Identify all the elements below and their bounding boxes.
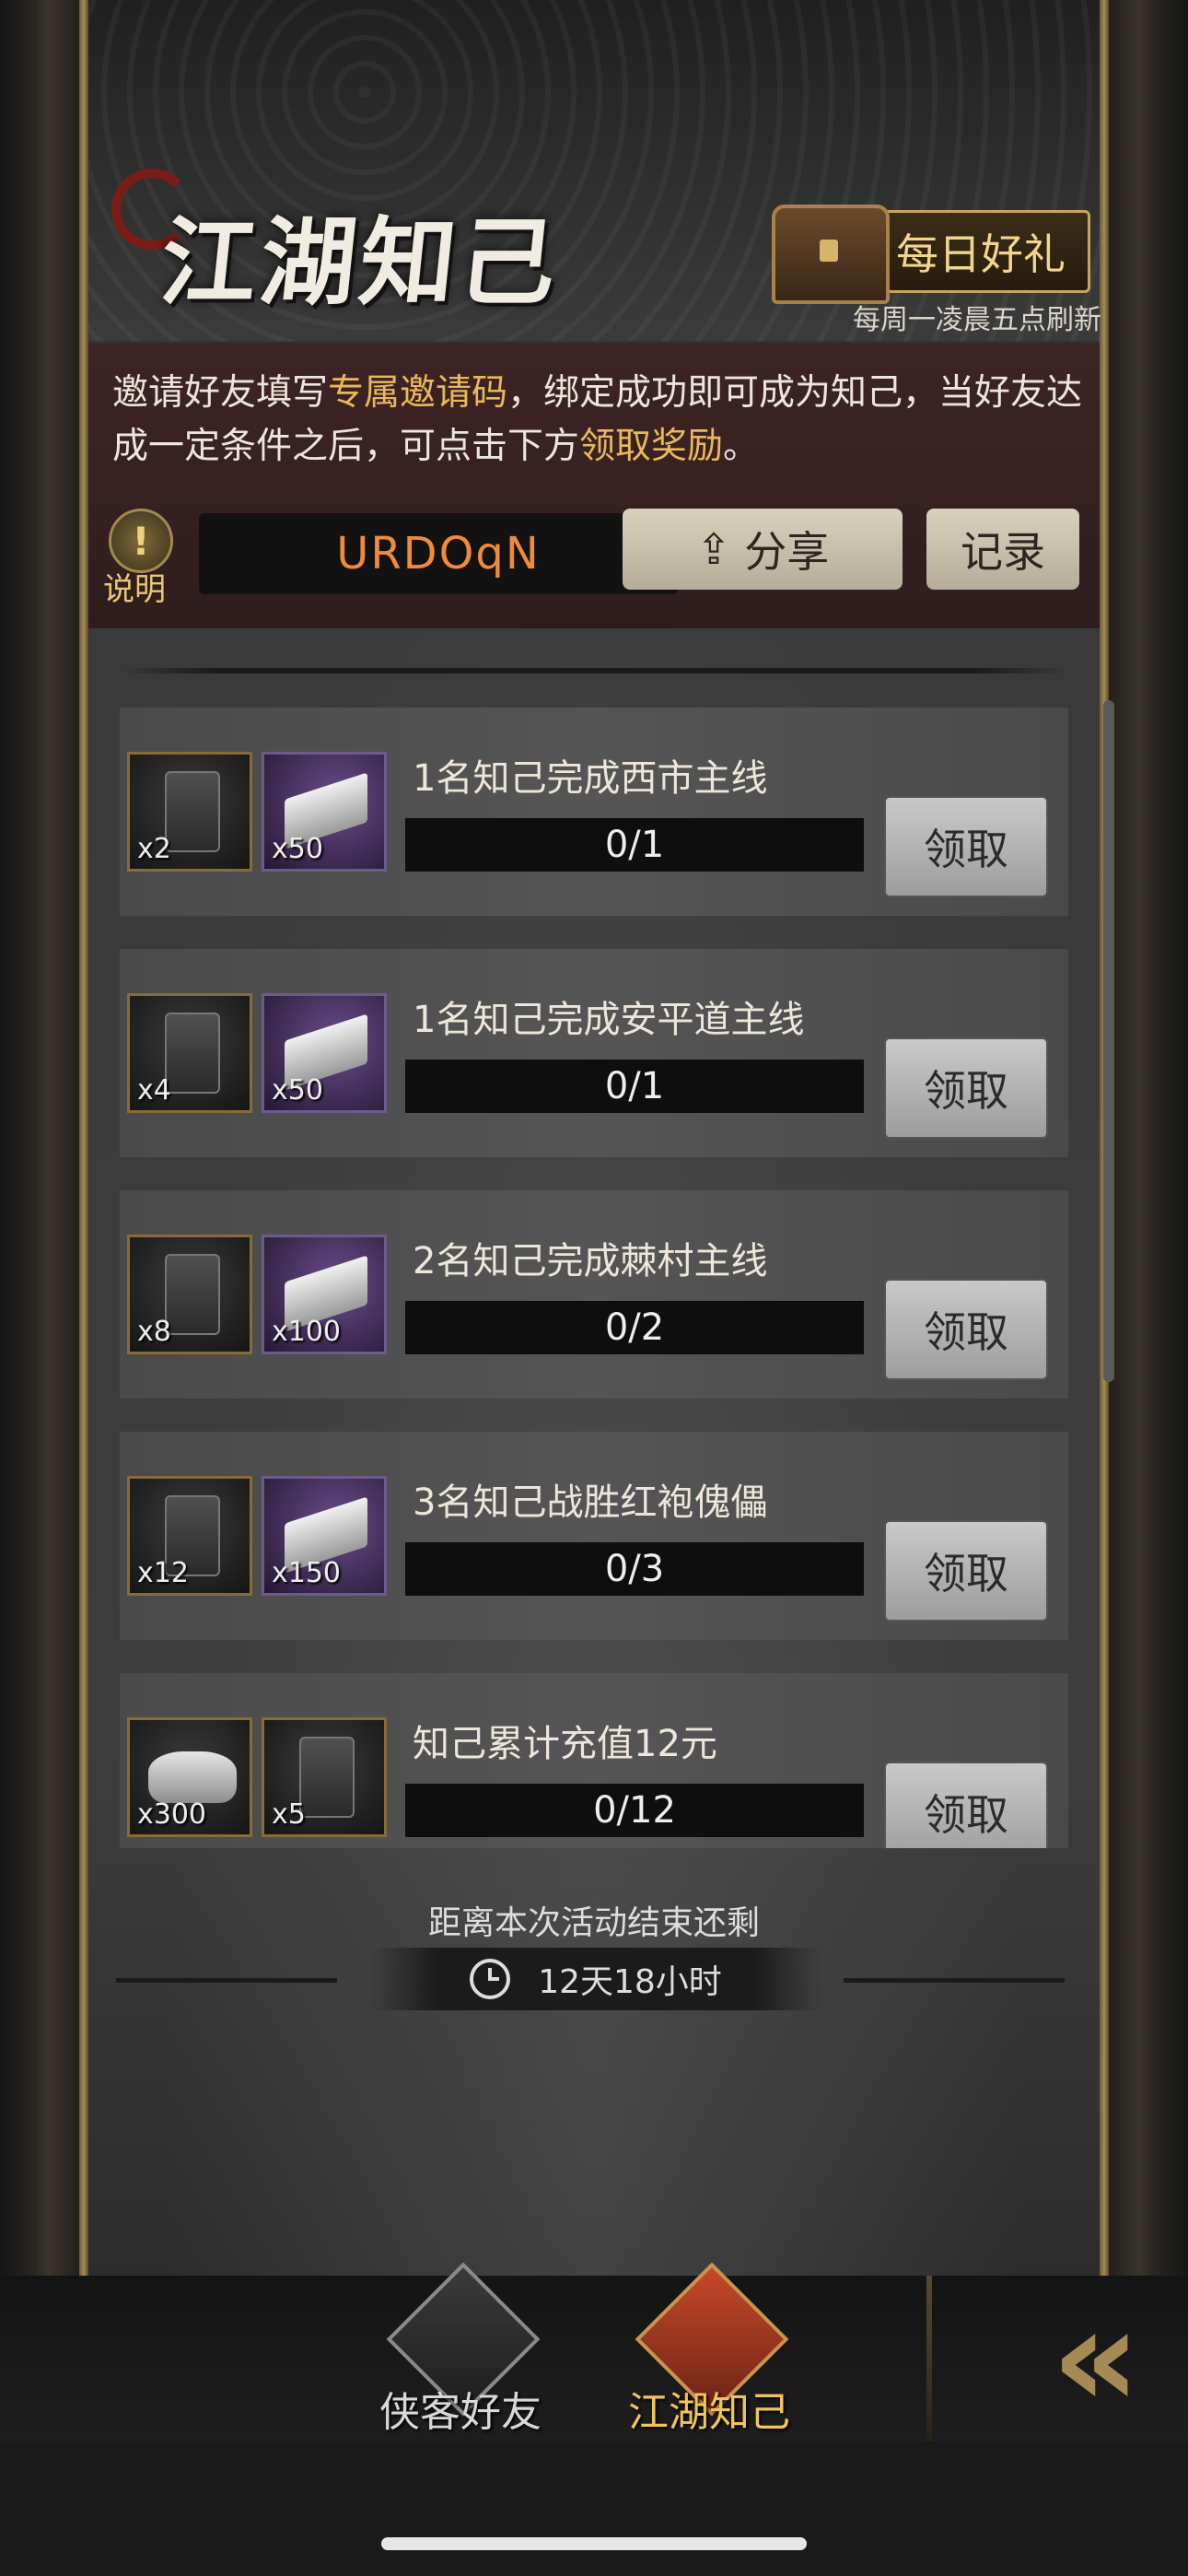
reward-qty: x300	[137, 1798, 207, 1831]
reward-qty: x5	[272, 1798, 306, 1831]
task-name: 知己累计充值12元	[413, 1723, 717, 1765]
claim-button[interactable]: 领取	[884, 1037, 1048, 1139]
task-progress: 0/1	[405, 818, 864, 872]
divider	[120, 668, 1068, 673]
refresh-note: 每周一凌晨五点刷新	[853, 304, 1101, 336]
reward-qty: x50	[272, 1074, 323, 1107]
reward-silver-bar-icon[interactable]: x50	[262, 993, 387, 1113]
reward-qty: x2	[137, 833, 171, 865]
task-row: x12 x150 3名知己战胜红袍傀儡 0/3 领取	[120, 1432, 1068, 1640]
claim-button[interactable]: 领取	[884, 1279, 1048, 1380]
share-icon: ⇪	[695, 524, 732, 574]
claim-button[interactable]: 领取	[884, 796, 1048, 897]
task-row: x8 x100 2名知己完成棘村主线 0/2 领取	[120, 1190, 1068, 1399]
tab-label: 侠客好友	[379, 2389, 542, 2436]
reward-qty: x50	[272, 833, 323, 865]
task-name: 2名知己完成棘村主线	[413, 1240, 768, 1282]
claim-reward-highlight: 领取奖励	[579, 426, 724, 467]
bottom-nav: 侠客好友 江湖知己 «	[0, 2262, 1188, 2441]
task-row: x2 x50 1名知己完成西市主线 0/1 领取	[120, 708, 1068, 916]
tab-jianghu-zhiji[interactable]: 江湖知己	[599, 2262, 820, 2441]
share-label: 分享	[744, 527, 830, 577]
clock-icon	[470, 1959, 511, 1999]
left-frame	[0, 0, 88, 2285]
tab-label: 江湖知己	[628, 2389, 790, 2436]
treasure-chest-icon[interactable]	[772, 205, 890, 304]
task-list: x2 x50 1名知己完成西市主线 0/1 领取 x4 x50 1名知己完成安平…	[120, 708, 1068, 1881]
divider	[116, 1978, 337, 1983]
claim-button[interactable]: 领取	[884, 1762, 1048, 1848]
reward-silver-bar-icon[interactable]: x100	[262, 1235, 387, 1354]
task-name: 1名知己完成西市主线	[413, 757, 768, 800]
task-row: x300 x5 知己累计充值12元 0/12 领取	[120, 1673, 1068, 1848]
intro-text-part: 。	[723, 426, 760, 467]
reward-silver-bar-icon[interactable]: x150	[262, 1476, 387, 1596]
countdown-value: 12天18小时	[538, 1963, 722, 2001]
reward-qty: x100	[272, 1316, 342, 1348]
help-label[interactable]: 说明	[103, 564, 166, 609]
claim-button[interactable]: 领取	[884, 1520, 1048, 1622]
reward-qty: x4	[137, 1074, 171, 1107]
divider	[844, 1978, 1065, 1983]
countdown-timer: 12天18小时	[370, 1948, 821, 2010]
intro-text-part: 邀请好友填写	[112, 372, 329, 414]
back-glyph: «	[1051, 2278, 1141, 2439]
intro-text: 邀请好友填写专属邀请码，绑定成功即可成为知己，当好友达成一定条件之后，可点击下方…	[112, 367, 1089, 474]
task-name: 1名知己完成安平道主线	[413, 999, 805, 1041]
invite-code-highlight: 专属邀请码	[328, 372, 508, 414]
main-panel: 江湖知己 每日好礼 每周一凌晨五点刷新 邀请好友填写专属邀请码，绑定成功即可成为…	[88, 0, 1101, 2285]
reward-qty: x12	[137, 1557, 189, 1589]
reward-qty: x8	[137, 1316, 171, 1348]
reward-qty: x150	[272, 1557, 342, 1589]
reward-token-icon[interactable]: x4	[127, 993, 252, 1113]
reward-token-icon[interactable]: x12	[127, 1476, 252, 1596]
record-button[interactable]: 记录	[926, 509, 1079, 590]
task-name: 3名知己战胜红袍傀儡	[413, 1481, 768, 1524]
header: 江湖知己 每日好礼 每周一凌晨五点刷新	[88, 0, 1101, 341]
task-progress: 0/1	[405, 1060, 864, 1113]
task-progress: 0/12	[405, 1784, 864, 1837]
reward-token-icon[interactable]: x5	[262, 1717, 387, 1837]
scrollbar[interactable]	[1103, 700, 1114, 1382]
daily-gift-button[interactable]: 每日好礼	[871, 210, 1090, 293]
task-progress: 0/3	[405, 1542, 864, 1596]
tab-friends[interactable]: 侠客好友	[350, 2262, 571, 2441]
nav-separator	[926, 2276, 932, 2441]
reward-ingot-icon[interactable]: x300	[127, 1717, 252, 1837]
task-progress: 0/2	[405, 1301, 864, 1354]
reward-token-icon[interactable]: x8	[127, 1235, 252, 1354]
invite-code-field: URDOqN	[199, 513, 678, 594]
back-arrow-icon[interactable]: «	[967, 2276, 1188, 2441]
share-button[interactable]: ⇪ 分享	[623, 509, 903, 590]
task-row: x4 x50 1名知己完成安平道主线 0/1 领取	[120, 949, 1068, 1157]
event-end-label: 距离本次活动结束还剩	[427, 1904, 760, 1942]
reward-token-icon[interactable]: x2	[127, 752, 252, 872]
reward-silver-bar-icon[interactable]: x50	[262, 752, 387, 872]
intro-box: 邀请好友填写专属邀请码，绑定成功即可成为知己，当好友达成一定条件之后，可点击下方…	[88, 343, 1100, 628]
home-indicator[interactable]	[381, 2537, 807, 2550]
page-title: 江湖知己	[155, 205, 565, 319]
